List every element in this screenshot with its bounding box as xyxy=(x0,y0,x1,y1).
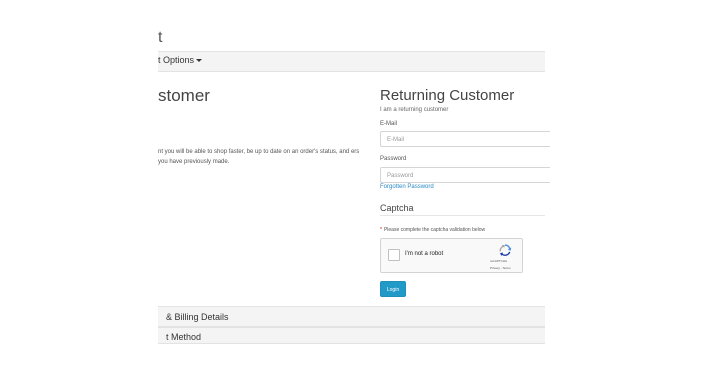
recaptcha-label: I'm not a robot xyxy=(405,251,444,257)
email-label: E-Mail xyxy=(380,121,398,127)
captcha-note: * Please complete the captcha validation … xyxy=(380,227,486,233)
recaptcha-logo-icon xyxy=(499,244,512,256)
captcha-divider xyxy=(380,215,545,216)
returning-customer-heading: Returning Customer xyxy=(380,87,515,104)
email-field[interactable]: E-Mail xyxy=(380,131,550,147)
checkout-options-panel[interactable]: t Options xyxy=(158,51,545,72)
password-label: Password xyxy=(380,156,407,162)
forgotten-password-link[interactable]: Forgotten Password xyxy=(380,184,434,190)
recaptcha-widget[interactable]: I'm not a robot reCAPTCHA Privacy - Term… xyxy=(380,238,523,273)
new-customer-text: nt you will be able to shop faster, be u… xyxy=(158,149,360,165)
recaptcha-checkbox[interactable] xyxy=(388,249,400,261)
checkout-options-label[interactable]: t Options xyxy=(158,55,203,65)
caret-down-icon xyxy=(196,59,203,63)
billing-details-label[interactable]: & Billing Details xyxy=(166,312,229,322)
billing-details-panel[interactable]: & Billing Details xyxy=(158,306,545,327)
payment-method-panel[interactable]: t Method xyxy=(158,327,545,344)
required-asterisk: * xyxy=(380,227,382,233)
page-title: t xyxy=(158,29,163,46)
payment-method-label[interactable]: t Method xyxy=(166,332,201,342)
login-button[interactable]: Login xyxy=(380,281,406,297)
recaptcha-privacy-terms[interactable]: Privacy - Terms xyxy=(490,266,511,270)
password-field[interactable]: Password xyxy=(380,167,550,183)
captcha-heading: Captcha xyxy=(380,203,414,213)
returning-customer-subheading: I am a returning customer xyxy=(380,107,449,113)
recaptcha-brand: reCAPTCHA xyxy=(490,259,508,263)
new-customer-heading: stomer xyxy=(158,86,210,105)
